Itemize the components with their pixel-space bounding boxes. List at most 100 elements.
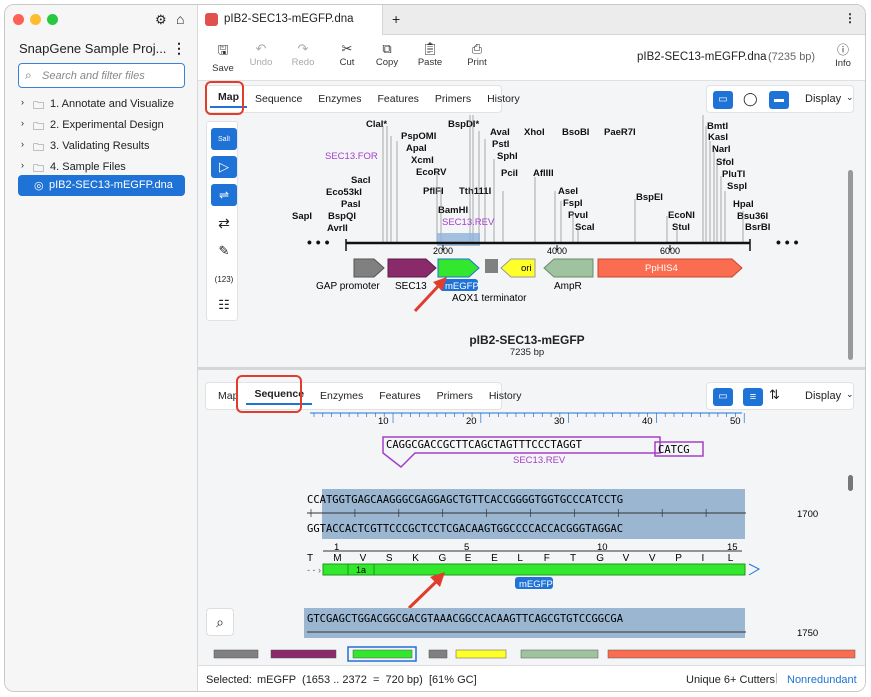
ellipsis-dots: • • • (307, 234, 330, 250)
tab-enzymes[interactable]: Enzymes (312, 390, 371, 402)
sequence-view: 10 20 30 40 50 CAGGCGACCGCTTCAGCTAGTTTCCCTAGG… (304, 412, 818, 639)
tab-features[interactable]: Features (371, 390, 428, 402)
amino-acid: P (675, 553, 682, 564)
save-button[interactable]: 🖫 Save (208, 41, 238, 74)
new-tab-button[interactable]: + (392, 11, 400, 27)
megfp-feature-bar[interactable] (322, 563, 746, 576)
printer-icon: ⎙ (471, 41, 483, 56)
ruler-label: 40 (642, 416, 653, 427)
sidebar-item[interactable]: › 🗀 3. Validating Results (19, 138, 189, 156)
tab-menu-icon[interactable]: ⋮ (844, 11, 856, 25)
chevron-right-icon[interactable]: › (21, 97, 24, 107)
overview-feature (213, 649, 259, 659)
folder-icon: 🗀 (33, 142, 44, 154)
tab-primers[interactable]: Primers (429, 390, 481, 402)
map-toggle-icon[interactable]: ▭ (713, 388, 733, 406)
print-button[interactable]: ⎙ Print (462, 41, 492, 68)
status-selection: mEGFP (1653 .. 2372 = 720 bp) (257, 674, 423, 686)
document-tab[interactable]: pIB2-SEC13-mEGFP.dna (198, 5, 383, 35)
nonredundant-menu[interactable]: Nonredundant (787, 674, 857, 686)
sequence-scrollbar[interactable] (848, 475, 853, 491)
amino-acid: G (439, 553, 447, 564)
tab-features[interactable]: Features (369, 93, 426, 105)
wrap-text-icon[interactable]: ≡ (743, 388, 763, 406)
ruler-label: 30 (554, 416, 565, 427)
enzyme-label: Eco53kI (326, 187, 362, 198)
tab-sequence[interactable]: Sequence (247, 93, 310, 105)
feature-label-ampr: AmpR (554, 281, 582, 292)
feature-view-icon[interactable]: ▬ (769, 91, 789, 109)
feature-tool-icon[interactable]: ▷ (211, 156, 237, 178)
zoom-search-icon[interactable]: ⌕ (206, 608, 234, 636)
swap-strand-icon[interactable]: ⇄ (211, 212, 237, 234)
info-button[interactable]: ⓘ Info (828, 41, 858, 69)
sidebar-item-label: 1. Annotate and Visualize (50, 98, 174, 110)
chevron-right-icon[interactable]: › (21, 160, 24, 170)
tab-history[interactable]: History (481, 390, 530, 402)
undo-button[interactable]: ↶ Undo (246, 41, 276, 68)
chevron-down-icon: ⌄ (846, 389, 854, 399)
status-divider: | (775, 672, 778, 684)
zoom-window-button[interactable] (47, 14, 58, 25)
enzyme-label: AflIII (533, 168, 554, 179)
copy-button[interactable]: ⧉ Copy (370, 41, 404, 68)
close-window-button[interactable] (13, 14, 24, 25)
map-title: pIB2-SEC13-mEGFP (469, 333, 585, 347)
sidebar-item[interactable]: ◎ pIB2-SEC13-mEGFP.dna (18, 175, 185, 196)
display-menu-seq[interactable]: Display (805, 390, 841, 402)
status-label: Selected: (206, 674, 252, 686)
pane-divider[interactable] (198, 367, 865, 370)
search-input[interactable]: ⌕ Search and filter files (18, 63, 185, 88)
position-label: 1750 (797, 628, 818, 639)
sidebar-item[interactable]: › 🗀 1. Annotate and Visualize (19, 96, 189, 114)
feature-aox1-terminator[interactable] (485, 259, 498, 273)
sidebar: ⚙ ⌂ SnapGene Sample Proj... ⋮ ⌕ Search a… (5, 5, 198, 691)
amino-acid: E (491, 553, 498, 564)
more-icon[interactable]: ⋮ (172, 40, 186, 57)
tab-enzymes[interactable]: Enzymes (310, 93, 369, 105)
feature-gap-promoter[interactable] (353, 258, 385, 278)
sidebar-item-label: pIB2-SEC13-mEGFP.dna (49, 179, 173, 191)
overview-strip[interactable] (198, 642, 863, 665)
undo-icon: ↶ (255, 41, 267, 56)
feature-ampr[interactable] (543, 258, 594, 278)
status-bar: Selected: mEGFP (1653 .. 2372 = 720 bp) … (198, 665, 865, 691)
tab-primers[interactable]: Primers (427, 93, 479, 105)
minimize-window-button[interactable] (30, 14, 41, 25)
orf-tool-icon[interactable]: ⇌ (211, 184, 237, 206)
top-strand-sequence: CCATGGTGAGCAAGGGCGAGGAGCTGTTCACCGGGGTGGT… (307, 494, 623, 506)
feature-label-aox1: AOX1 terminator (452, 293, 527, 304)
search-icon: ⌕ (25, 68, 32, 82)
list-tool-icon[interactable]: ☷ (211, 294, 237, 316)
map-scrollbar[interactable] (848, 170, 853, 360)
paste-button[interactable]: 📋︎ Paste (412, 41, 448, 68)
tab-history[interactable]: History (479, 93, 528, 105)
amino-acid: L (728, 553, 734, 564)
enzyme-label: BsrBI (745, 222, 770, 233)
copy-icon: ⧉ (382, 41, 392, 56)
enzyme-label: SfoI (716, 157, 734, 168)
cutters-menu[interactable]: Unique 6+ Cutters (686, 674, 775, 686)
numbering-tool[interactable]: (123) (211, 268, 237, 290)
sidebar-item[interactable]: › 🗀 2. Experimental Design (19, 117, 189, 135)
feature-label-ori: ori (521, 263, 532, 274)
gear-icon[interactable]: ⚙ (155, 12, 167, 28)
tab-bar: pIB2-SEC13-mEGFP.dna + ⋮ (198, 5, 865, 35)
home-icon[interactable]: ⌂ (176, 11, 184, 27)
feature-label-gap: GAP promoter (316, 281, 380, 292)
chevron-right-icon[interactable]: › (21, 139, 24, 149)
restriction-site-tool[interactable]: SalI (211, 128, 237, 150)
feature-megfp[interactable] (437, 258, 480, 278)
feature-sec13[interactable] (387, 258, 437, 278)
cut-button[interactable]: ✂ Cut (332, 41, 362, 68)
display-menu[interactable]: Display (805, 93, 841, 105)
strand-toggle-icon[interactable]: ⇅ (769, 387, 780, 403)
folder-icon: 🗀 (33, 121, 44, 133)
chevron-right-icon[interactable]: › (21, 118, 24, 128)
redo-button[interactable]: ↷ Redo (288, 41, 318, 68)
linear-map-icon[interactable]: ▭ (713, 91, 733, 109)
brush-icon[interactable]: ✎ (211, 240, 237, 262)
scissors-icon: ✂ (341, 41, 353, 56)
circular-map-icon[interactable]: ◯ (743, 91, 758, 107)
enzyme-label: ApaI (406, 143, 427, 154)
